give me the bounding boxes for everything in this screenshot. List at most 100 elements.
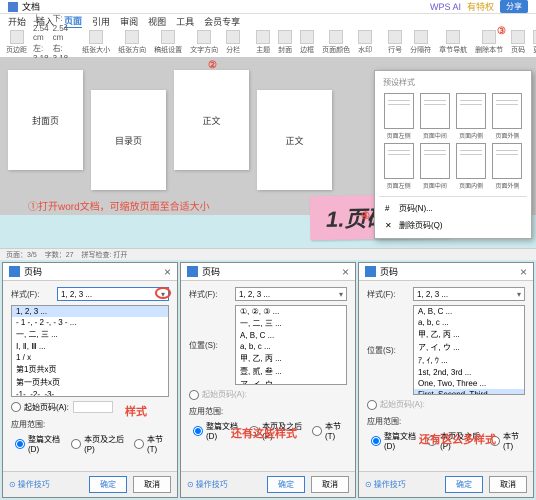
position-option[interactable]: 页面中间 <box>418 143 451 190</box>
line-number-button[interactable]: 行号 <box>386 30 404 55</box>
whole-doc-radio[interactable] <box>15 439 25 449</box>
list-item[interactable]: 甲, 乙, 丙 ... <box>414 328 524 341</box>
position-option[interactable]: 页面中间 <box>418 93 451 140</box>
list-item[interactable]: 1, 2, 3 ... <box>12 306 168 317</box>
list-item[interactable]: - 1 -, - 2 -, - 3 - ... <box>12 317 168 328</box>
status-page[interactable]: 页面：3/5 <box>6 250 37 260</box>
cancel-button[interactable]: 取消 <box>489 476 527 493</box>
position-option[interactable]: 页面左侧 <box>382 143 415 190</box>
list-item[interactable]: First, Second, Third ... <box>414 389 524 395</box>
chapter-nav-button[interactable]: 章节导航 <box>437 30 469 55</box>
close-icon[interactable]: × <box>164 265 171 279</box>
this-point-radio[interactable] <box>71 439 81 449</box>
list-item[interactable]: ア, イ, ウ ... <box>414 341 524 354</box>
document-canvas[interactable]: 封面页 目录页 正文 正文 ② 预设样式 页面左侧 页面中间 页面内侧 页面外侧… <box>0 58 536 215</box>
list-item[interactable]: Ⅰ, Ⅱ, Ⅲ ... <box>12 341 168 352</box>
delete-page-number-menu-item[interactable]: ✕删除页码(Q) <box>379 217 527 234</box>
page-color-button[interactable]: 页面颜色 <box>320 30 352 55</box>
text-direction-button[interactable]: 文字方向 <box>188 30 220 55</box>
page-thumbnail[interactable]: 正文 <box>174 70 249 170</box>
start-at-radio[interactable] <box>11 402 21 412</box>
columns-button[interactable]: 分栏 <box>224 30 242 55</box>
margins-button[interactable]: 页边距 <box>4 30 29 55</box>
start-at-input[interactable] <box>73 401 113 413</box>
page-thumbnail[interactable]: 封面页 <box>8 70 83 170</box>
list-item[interactable]: 一, 二, 三 ... <box>12 328 168 341</box>
cancel-button[interactable]: 取消 <box>311 476 349 493</box>
list-item[interactable]: a, b, c ... <box>414 317 524 328</box>
share-button[interactable]: 分享 <box>500 0 528 13</box>
dialog-title-bar[interactable]: 页码 × <box>181 263 355 281</box>
list-item[interactable]: -1-, -2-, -3- ... <box>12 389 168 397</box>
status-spell[interactable]: 拼写检查: 打开 <box>82 250 128 260</box>
list-item[interactable]: 一, 二, 三 ... <box>236 317 346 330</box>
page-number-button[interactable]: 页码 <box>509 30 527 55</box>
status-words[interactable]: 字数：27 <box>45 250 74 260</box>
border-button[interactable]: 边框 <box>298 30 316 55</box>
vip-badge[interactable]: 有特权 <box>467 0 494 13</box>
this-section-radio[interactable] <box>134 439 144 449</box>
start-at-radio[interactable] <box>367 400 377 410</box>
page-number-menu-item[interactable]: #页码(N)... <box>379 200 527 217</box>
start-at-radio[interactable] <box>189 390 199 400</box>
orientation-button[interactable]: 纸张方向 <box>116 30 148 55</box>
dialog-title-bar[interactable]: 页码 × <box>3 263 177 281</box>
list-item[interactable]: One, Two, Three ... <box>414 378 524 389</box>
this-point-radio[interactable] <box>249 426 259 436</box>
format-combo[interactable]: 1, 2, 3 ... <box>413 287 525 301</box>
position-option[interactable]: 页面内侧 <box>455 93 488 140</box>
list-item[interactable]: ①, ②, ③ ... <box>236 306 346 317</box>
dialog-title-bar[interactable]: 页码 × <box>359 263 533 281</box>
paper-size-button[interactable]: 纸张大小 <box>80 30 112 55</box>
close-icon[interactable]: × <box>342 265 349 279</box>
tab-review[interactable]: 审阅 <box>120 15 138 28</box>
more-button[interactable]: 更多 <box>531 30 536 55</box>
page-thumbnail[interactable]: 目录页 <box>91 90 166 190</box>
cancel-button[interactable]: 取消 <box>133 476 171 493</box>
format-combo[interactable]: 1, 2, 3 ... <box>235 287 347 301</box>
format-list[interactable]: 1, 2, 3 ... - 1 -, - 2 -, - 3 - ... 一, 二… <box>11 305 169 397</box>
breaks-button[interactable]: 分隔符 <box>408 30 433 55</box>
this-section-radio[interactable] <box>312 426 322 436</box>
ok-button[interactable]: 确定 <box>267 476 305 493</box>
tips-link[interactable]: 操作技巧 <box>9 479 50 490</box>
list-item[interactable]: 第一页共x页 <box>12 376 168 389</box>
format-list[interactable]: A, B, C ... a, b, c ... 甲, 乙, 丙 ... ア, イ… <box>413 305 525 395</box>
list-item[interactable]: ｱ, ｲ, ｳ ... <box>414 354 524 367</box>
tips-link[interactable]: 操作技巧 <box>187 479 228 490</box>
close-icon[interactable]: × <box>520 265 527 279</box>
ok-button[interactable]: 确定 <box>445 476 483 493</box>
wps-ai-label[interactable]: WPS AI <box>430 2 461 12</box>
tab-tools[interactable]: 工具 <box>176 15 194 28</box>
list-item[interactable]: a, b, c ... <box>236 341 346 352</box>
list-item[interactable]: 1 / x <box>12 352 168 363</box>
list-item[interactable]: 甲, 乙, 丙 ... <box>236 352 346 365</box>
list-item[interactable]: ア, イ, ウ ... <box>236 378 346 385</box>
tips-link[interactable]: 操作技巧 <box>365 479 406 490</box>
whole-doc-radio[interactable] <box>371 436 381 446</box>
tab-reference[interactable]: 引用 <box>92 15 110 28</box>
layout-button[interactable]: 稿纸设置 <box>152 30 184 55</box>
themes-button[interactable]: 主题 <box>254 30 272 55</box>
tab-view[interactable]: 视图 <box>148 15 166 28</box>
page-thumbnail[interactable]: 正文 <box>257 90 332 190</box>
this-section-radio[interactable] <box>490 436 500 446</box>
watermark-button[interactable]: 水印 <box>356 30 374 55</box>
tab-vip[interactable]: 会员专享 <box>204 15 240 28</box>
list-item[interactable]: 1st, 2nd, 3rd ... <box>414 367 524 378</box>
whole-doc-radio[interactable] <box>193 426 203 436</box>
position-option[interactable]: 页面左侧 <box>382 93 415 140</box>
this-point-radio[interactable] <box>427 436 437 446</box>
cover-button[interactable]: 封面 <box>276 30 294 55</box>
list-item[interactable]: A, B, C ... <box>414 306 524 317</box>
list-item[interactable]: A, B, C ... <box>236 330 346 341</box>
format-list[interactable]: ①, ②, ③ ... 一, 二, 三 ... A, B, C ... a, b… <box>235 305 347 385</box>
position-option[interactable]: 页面外侧 <box>491 143 524 190</box>
position-option[interactable]: 页面内侧 <box>455 143 488 190</box>
list-item[interactable]: 第1页共x页 <box>12 363 168 376</box>
tab-start[interactable]: 开始 <box>8 15 26 28</box>
format-combo[interactable]: 1, 2, 3 ... <box>57 287 169 301</box>
list-item[interactable]: 壹, 贰, 叁 ... <box>236 365 346 378</box>
ok-button[interactable]: 确定 <box>89 476 127 493</box>
position-option[interactable]: 页面外侧 <box>491 93 524 140</box>
